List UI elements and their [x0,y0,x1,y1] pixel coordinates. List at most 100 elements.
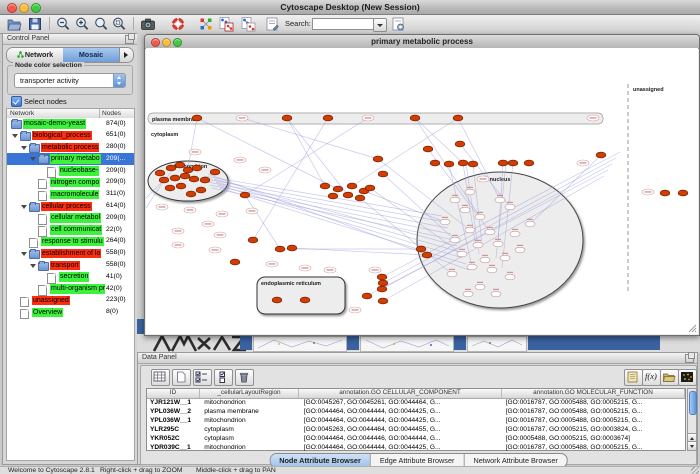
network-node[interactable] [508,160,518,166]
network-node[interactable] [272,297,282,303]
resize-grip[interactable] [689,325,696,332]
vizmapper-icon[interactable] [198,16,214,32]
delete-attribute-icon[interactable] [235,369,254,386]
scrollbar-thumb[interactable] [689,391,697,415]
network-node[interactable] [515,247,525,253]
search-input[interactable] [312,18,374,30]
help-icon[interactable] [170,16,186,32]
tree-row[interactable]: mosaic-demo-yeast874(0) [7,118,134,130]
network-node[interactable] [596,152,606,158]
unselect-attributes-icon[interactable] [214,369,233,386]
network-node[interactable] [473,242,483,248]
network-node[interactable] [463,291,473,297]
expander-icon[interactable] [30,264,36,268]
network-node[interactable] [460,207,470,213]
network-node[interactable] [678,190,688,196]
network-node[interactable] [465,189,475,195]
expander-icon[interactable] [21,205,27,209]
tree-row[interactable]: macromolecule311(0) [7,189,134,201]
attribute-grid-icon[interactable] [151,369,170,386]
network-node[interactable] [467,264,477,270]
annotation-icon[interactable] [264,16,280,32]
table-row[interactable]: YDR039C__1mitochondrion[GO:0044464, GO:0… [147,444,685,453]
network-node[interactable] [491,291,501,297]
search-options-icon[interactable] [373,18,387,32]
network-node[interactable] [189,176,199,182]
network-node[interactable] [525,221,535,227]
network-node[interactable] [155,170,165,176]
tree-row[interactable]: multi-organism pro42(0) [7,283,134,295]
network-overlay-b-icon[interactable] [240,16,256,32]
tree-row[interactable]: biological_process651(0) [7,130,134,142]
column-header[interactable]: annotation.GO MOLECULAR_FUNCTION [502,389,685,398]
network-node[interactable] [450,197,460,203]
expander-icon[interactable] [21,252,27,256]
undock-icon[interactable] [125,35,134,44]
column-header[interactable]: annotation.GO CELLULAR_COMPONENT [299,389,502,398]
network-node[interactable] [498,160,508,166]
network-node[interactable] [287,245,297,251]
network-node[interactable] [175,162,185,168]
network-node[interactable] [240,192,250,198]
tree-row[interactable]: cell communicat22(0) [7,224,134,236]
network-node[interactable] [487,267,497,273]
tree-row[interactable]: response to stimulu264(0) [7,236,134,248]
network-node[interactable] [378,171,388,177]
network-node[interactable] [377,274,387,280]
network-node[interactable] [422,252,432,258]
table-row[interactable]: YJR121W__1mitochondrion[GO:0045267, GO:0… [147,399,685,408]
network-node[interactable] [210,169,220,175]
network-node[interactable] [333,186,343,192]
zoom-in-icon[interactable] [74,16,90,32]
network-node[interactable] [176,183,186,189]
network-node[interactable] [347,183,357,189]
network-node[interactable] [378,298,388,304]
network-node[interactable] [505,274,515,280]
save-icon[interactable] [27,16,43,32]
network-node[interactable] [450,237,460,243]
select-nodes-checkbox[interactable] [11,96,22,107]
network-node[interactable] [328,193,338,199]
network-node[interactable] [282,115,292,121]
network-node[interactable] [180,173,190,179]
network-node[interactable] [465,227,475,233]
network-node[interactable] [493,241,503,247]
network-node[interactable] [475,214,485,220]
tree-row[interactable]: secretion41(0) [7,271,134,283]
column-header[interactable]: ID [147,389,200,398]
network-node[interactable] [444,161,454,167]
filter-icon[interactable] [390,16,406,32]
table-row[interactable]: YPL036W__2plasma membrane[GO:0044464, GO… [147,408,685,417]
open-file-icon[interactable] [6,16,22,32]
network-node[interactable] [200,177,210,183]
network-node[interactable] [510,231,520,237]
table-scrollbar[interactable] [687,388,697,451]
network-node[interactable] [440,219,450,225]
window-resize-grip[interactable] [691,467,699,474]
network-node[interactable] [186,191,196,197]
tree-row[interactable]: nucleobase-209(0) [7,165,134,177]
network-node[interactable] [475,284,485,290]
network-canvas[interactable]: plasma membranecytoplasmmitochondrionnuc… [146,48,698,334]
network-node[interactable] [373,156,383,162]
network-node[interactable] [423,146,433,152]
network-node[interactable] [362,293,372,299]
network-node[interactable] [248,237,258,243]
network-node[interactable] [495,197,505,203]
network-node[interactable] [192,165,202,171]
expander-icon[interactable] [30,157,36,161]
network-node[interactable] [457,251,467,257]
scroll-down-icon[interactable] [688,441,696,450]
table-row[interactable]: YKR052Ccytoplasm[GO:0044464, GO:0044446,… [147,435,685,444]
formula-builder-icon[interactable]: f(x) [642,369,661,386]
network-node[interactable] [170,175,180,181]
network-node[interactable] [320,183,330,189]
tree-row[interactable]: primary metabo209(... [7,153,134,165]
zoom-out-icon[interactable] [55,16,71,32]
network-node[interactable] [230,259,240,265]
network-node[interactable] [410,115,420,121]
network-overlay-a-icon[interactable] [218,16,234,32]
network-node[interactable] [166,165,176,171]
network-node[interactable] [447,271,457,277]
tree-row[interactable]: establishment of lo558(0) [7,248,134,260]
